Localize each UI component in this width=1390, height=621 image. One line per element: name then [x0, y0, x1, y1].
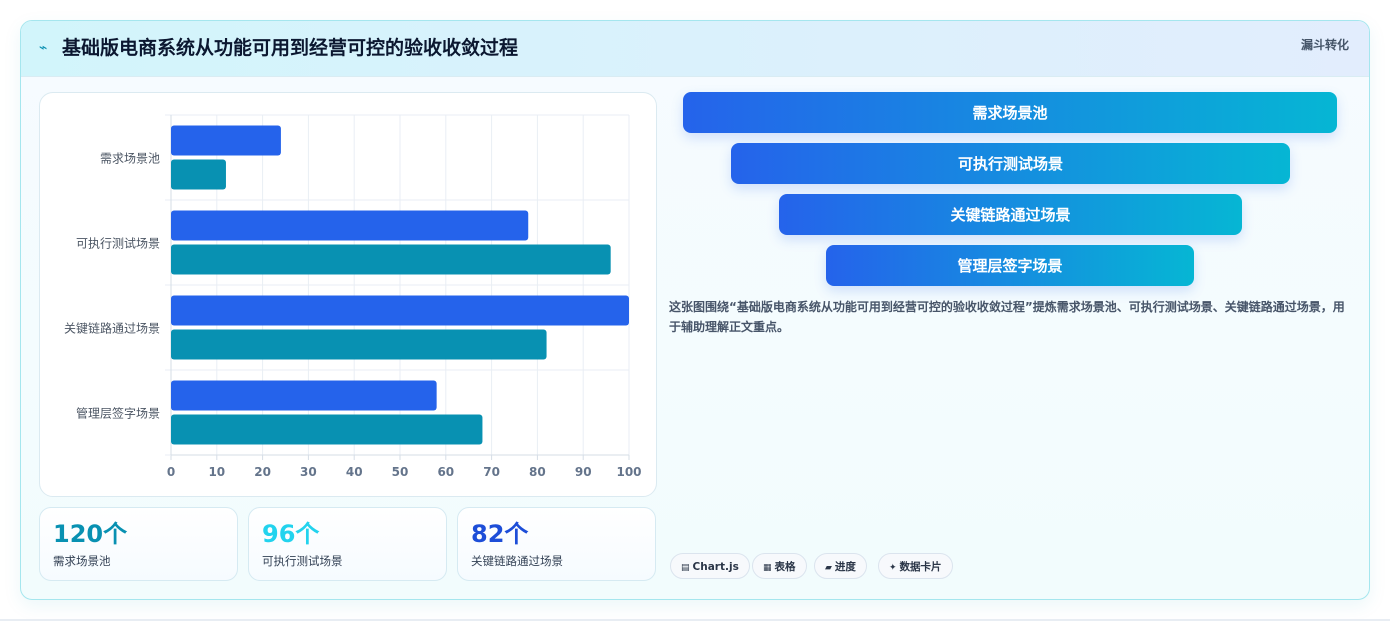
- bar: [171, 210, 529, 241]
- table-icon: ▦: [763, 563, 772, 573]
- x-tick-label: 10: [208, 465, 225, 479]
- stat-card-critical-path: 82个 关键链路通过场景: [457, 507, 656, 581]
- bar: [171, 380, 437, 411]
- x-tick-label: 40: [346, 465, 363, 479]
- y-category-label: 管理层签字场景: [76, 406, 160, 421]
- chart-card: ⌁ 基础版电商系统从功能可用到经营可控的验收收敛过程 漏斗转化 0 10 20 30 4…: [20, 20, 1370, 600]
- bar: [171, 244, 611, 275]
- chart-icon: ▤: [681, 563, 690, 573]
- x-tick-label: 90: [575, 465, 592, 479]
- bar: [171, 159, 226, 190]
- chip-data-card[interactable]: ✦ 数据卡片: [878, 553, 953, 579]
- chip-label: 表格: [774, 561, 796, 573]
- stat-value: 82个: [471, 520, 529, 548]
- stat-card-executable: 96个 可执行测试场景: [248, 507, 447, 581]
- bar: [171, 125, 281, 156]
- chip-progress[interactable]: ▰ 进度: [814, 553, 867, 579]
- bar: [171, 295, 629, 326]
- stat-label: 可执行测试场景: [262, 554, 343, 568]
- chip-label: 进度: [834, 561, 856, 573]
- x-tick-label: 30: [300, 465, 317, 479]
- progress-icon: ▰: [825, 563, 832, 573]
- stat-label: 需求场景池: [53, 554, 111, 568]
- y-category-label: 可执行测试场景: [76, 236, 160, 251]
- x-tick-label: 20: [254, 465, 271, 479]
- y-category-label: 关键链路通过场景: [64, 321, 160, 336]
- chip-chartjs[interactable]: ▤ Chart.js: [670, 553, 750, 579]
- stat-card-scenario-pool: 120个 需求场景池: [39, 507, 238, 581]
- card-header: ⌁ 基础版电商系统从功能可用到经营可控的验收收敛过程 漏斗转化: [21, 21, 1369, 77]
- x-tick-label: 50: [392, 465, 409, 479]
- bar-chart: 0 10 20 30 40 50 60 70 80 90 100 需求场景池可执行测试场景关键链路通过…: [64, 114, 642, 479]
- x-tick-label: 80: [529, 465, 546, 479]
- x-tick-label: 60: [437, 465, 454, 479]
- y-category-label: 需求场景池: [100, 152, 160, 166]
- stat-value: 120个: [53, 520, 128, 548]
- funnel-stage-3: 关键链路通过场景: [779, 194, 1242, 235]
- bar: [171, 329, 547, 360]
- pulse-icon: ⌁: [39, 40, 48, 56]
- sparkle-icon: ✦: [889, 563, 897, 573]
- funnel-stage-1: 需求场景池: [683, 92, 1337, 133]
- x-tick-label: 0: [167, 465, 175, 479]
- x-tick-label: 70: [483, 465, 500, 479]
- stat-label: 关键链路通过场景: [471, 554, 563, 568]
- funnel-stage-2: 可执行测试场景: [731, 143, 1290, 184]
- card-title: 基础版电商系统从功能可用到经营可控的验收收敛过程: [62, 37, 519, 59]
- bar-chart-panel: 0 10 20 30 40 50 60 70 80 90 100 需求场景池可执行测试场景关键链路通过…: [39, 92, 657, 497]
- stat-value: 96个: [262, 520, 320, 548]
- chip-label: Chart.js: [692, 561, 739, 573]
- chip-label: 数据卡片: [899, 561, 942, 573]
- funnel-stage-4: 管理层签字场景: [826, 245, 1194, 286]
- chart-description: 这张图围绕“基础版电商系统从功能可用到经营可控的验收收敛过程”提炼需求场景池、可…: [669, 300, 1345, 334]
- chip-table[interactable]: ▦ 表格: [752, 553, 807, 579]
- chart-type-tag: 漏斗转化: [1300, 38, 1349, 52]
- bar: [171, 414, 483, 445]
- x-tick-label: 100: [616, 465, 641, 479]
